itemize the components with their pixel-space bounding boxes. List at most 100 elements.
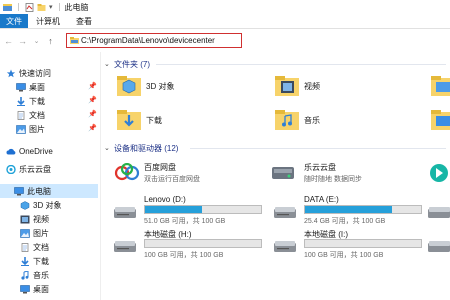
partial-drive-icon[interactable] bbox=[426, 237, 450, 255]
sidebar-item-quick-access[interactable]: 快速访问 bbox=[6, 66, 104, 80]
baidu-netdisk-icon bbox=[114, 163, 140, 181]
folder-label: 3D 对象 bbox=[146, 81, 175, 91]
back-arrow-icon[interactable]: ← bbox=[3, 34, 14, 48]
toolbar-separator bbox=[58, 3, 60, 11]
address-path-text[interactable]: C:\ProgramData\Lenovo\devicecenter bbox=[81, 36, 215, 45]
pin-icon: 📌 bbox=[88, 83, 97, 90]
hard-drive-icon bbox=[274, 241, 296, 252]
folder-path-icon bbox=[70, 37, 79, 44]
sidebar-item-downloads-pinned[interactable]: 下载 📌 bbox=[16, 94, 114, 108]
drive-name: DATA (E:) bbox=[304, 195, 339, 204]
picture-icon bbox=[16, 124, 26, 134]
sidebar-item-pictures-pinned[interactable]: 图片 📌 bbox=[16, 122, 114, 136]
sidebar-item-documents-pinned[interactable]: 文档 📌 bbox=[16, 108, 114, 122]
sidebar-item-label: 快速访问 bbox=[19, 68, 51, 78]
music-folder-icon bbox=[275, 110, 299, 130]
folder-icon bbox=[431, 76, 450, 96]
cube-icon bbox=[20, 200, 30, 210]
ribbon-tabs: 文件 计算机 查看 bbox=[0, 14, 450, 29]
folder-label: 视频 bbox=[304, 81, 320, 91]
sidebar-item-label: 图片 bbox=[33, 228, 49, 238]
lecloud-drive-item[interactable]: 乐云云盘 随时随地 数据同步 bbox=[264, 159, 414, 193]
sidebar-item-label: 视频 bbox=[33, 214, 49, 224]
drive-i[interactable]: 本地磁盘 (I:) 100 GB 可用，共 100 GB bbox=[264, 227, 422, 261]
document-icon bbox=[21, 242, 29, 252]
sidebar-item-label: 桌面 bbox=[29, 82, 45, 92]
drive-name: Lenovo (D:) bbox=[144, 195, 186, 204]
folder-partial-2[interactable] bbox=[430, 108, 450, 132]
devices-group-header[interactable]: ⌄ 设备和驱动器 (12) bbox=[104, 141, 178, 155]
recent-locations-chevron-icon[interactable]: ⌄ bbox=[31, 34, 42, 48]
sidebar-item-onedrive[interactable]: OneDrive bbox=[6, 144, 104, 158]
folder-3d-objects[interactable]: 3D 对象 bbox=[116, 74, 174, 98]
address-bar[interactable]: C:\ProgramData\Lenovo\devicecenter bbox=[66, 33, 242, 48]
folder-label: 下载 bbox=[146, 115, 162, 125]
folders-group-header[interactable]: ⌄ 文件夹 (7) bbox=[104, 57, 150, 71]
desktop-icon bbox=[16, 82, 26, 91]
customize-toolbar-icon[interactable]: ▾ bbox=[49, 3, 53, 11]
navigation-pane: 快速访问 桌面 📌 下载 📌 文档 📌 图片 📌 OneDrive 乐云云盘 此… bbox=[0, 60, 100, 300]
drive-free-space: 25.4 GB 可用，共 100 GB bbox=[304, 218, 386, 225]
music-icon bbox=[21, 270, 29, 280]
folder-videos[interactable]: 视频 bbox=[274, 74, 320, 98]
properties-icon[interactable] bbox=[25, 2, 34, 12]
drive-d[interactable]: Lenovo (D:) 51.0 GB 可用，共 100 GB bbox=[104, 193, 262, 227]
sidebar-item-label: 下载 bbox=[33, 256, 49, 266]
drive-e[interactable]: DATA (E:) 25.4 GB 可用，共 100 GB bbox=[264, 193, 422, 227]
hard-drive-icon bbox=[114, 241, 136, 252]
collapse-chevron-icon[interactable]: ⌄ bbox=[104, 144, 112, 152]
devices-group-title: 设备和驱动器 (12) bbox=[114, 143, 179, 153]
hard-drive-icon bbox=[274, 207, 296, 218]
cloud-icon bbox=[6, 148, 16, 154]
folders-group-title: 文件夹 (7) bbox=[114, 59, 150, 69]
sidebar-item-label: 图片 bbox=[29, 124, 45, 134]
folder-partial[interactable] bbox=[430, 74, 450, 98]
navigation-bar: ← → ⌄ ↑ C:\ProgramData\Lenovo\devicecent… bbox=[0, 29, 450, 52]
partial-drive-icon[interactable] bbox=[426, 203, 450, 221]
tab-computer[interactable]: 计算机 bbox=[28, 14, 68, 28]
sidebar-item-label: 文档 bbox=[29, 110, 45, 120]
sidebar-item-label: 音乐 bbox=[33, 270, 49, 280]
new-folder-icon[interactable] bbox=[37, 3, 46, 12]
explorer-app-icon[interactable] bbox=[3, 3, 12, 12]
sidebar-item-lecloud[interactable]: 乐云云盘 bbox=[6, 162, 104, 176]
baidu-netdisk-name: 百度网盘 bbox=[144, 163, 176, 172]
video-icon bbox=[20, 215, 30, 223]
sidebar-item-label: 乐云云盘 bbox=[19, 164, 51, 174]
drive-free-space: 100 GB 可用，共 100 GB bbox=[304, 252, 384, 259]
drive-usage-fill bbox=[305, 206, 392, 213]
tab-view[interactable]: 查看 bbox=[68, 14, 100, 28]
drive-usage-bar bbox=[304, 239, 422, 248]
download-icon bbox=[17, 96, 25, 106]
window-title: 此电脑 bbox=[64, 2, 89, 12]
title-bar: ▾ 此电脑 bbox=[0, 0, 450, 14]
toolbar-separator bbox=[18, 3, 19, 11]
picture-icon bbox=[20, 228, 30, 238]
drive-free-space: 100 GB 可用，共 100 GB bbox=[144, 252, 224, 259]
drive-free-space: 51.0 GB 可用，共 100 GB bbox=[144, 218, 226, 225]
partial-app-icon[interactable] bbox=[428, 162, 450, 184]
tab-file[interactable]: 文件 bbox=[0, 14, 28, 28]
drive-usage-bar bbox=[144, 239, 262, 248]
computer-icon bbox=[14, 186, 24, 195]
folder-downloads[interactable]: 下载 bbox=[116, 108, 162, 132]
pin-icon: 📌 bbox=[88, 97, 97, 104]
sidebar-item-label: 桌面 bbox=[33, 284, 49, 294]
lecloud-drive-name: 乐云云盘 bbox=[304, 163, 336, 172]
baidu-netdisk-item[interactable]: 百度网盘 双击运行百度网盘 bbox=[104, 159, 254, 193]
collapse-chevron-icon[interactable]: ⌄ bbox=[104, 60, 112, 68]
sidebar-item-this-pc[interactable]: 此电脑 bbox=[0, 184, 98, 198]
folder-icon bbox=[431, 110, 450, 130]
star-icon bbox=[6, 68, 16, 77]
cube-folder-icon bbox=[117, 76, 141, 96]
lecloud-icon bbox=[6, 164, 16, 174]
sidebar-item-label: 文档 bbox=[33, 242, 49, 252]
group-divider bbox=[190, 148, 446, 149]
quick-access-toolbar: ▾ bbox=[0, 2, 63, 12]
forward-arrow-icon[interactable]: → bbox=[17, 34, 28, 48]
sidebar-item-desktop-pinned[interactable]: 桌面 📌 bbox=[16, 80, 114, 94]
folder-music[interactable]: 音乐 bbox=[274, 108, 320, 132]
folder-label: 音乐 bbox=[304, 115, 320, 125]
up-arrow-icon[interactable]: ↑ bbox=[45, 34, 56, 48]
drive-h[interactable]: 本地磁盘 (H:) 100 GB 可用，共 100 GB bbox=[104, 227, 262, 261]
